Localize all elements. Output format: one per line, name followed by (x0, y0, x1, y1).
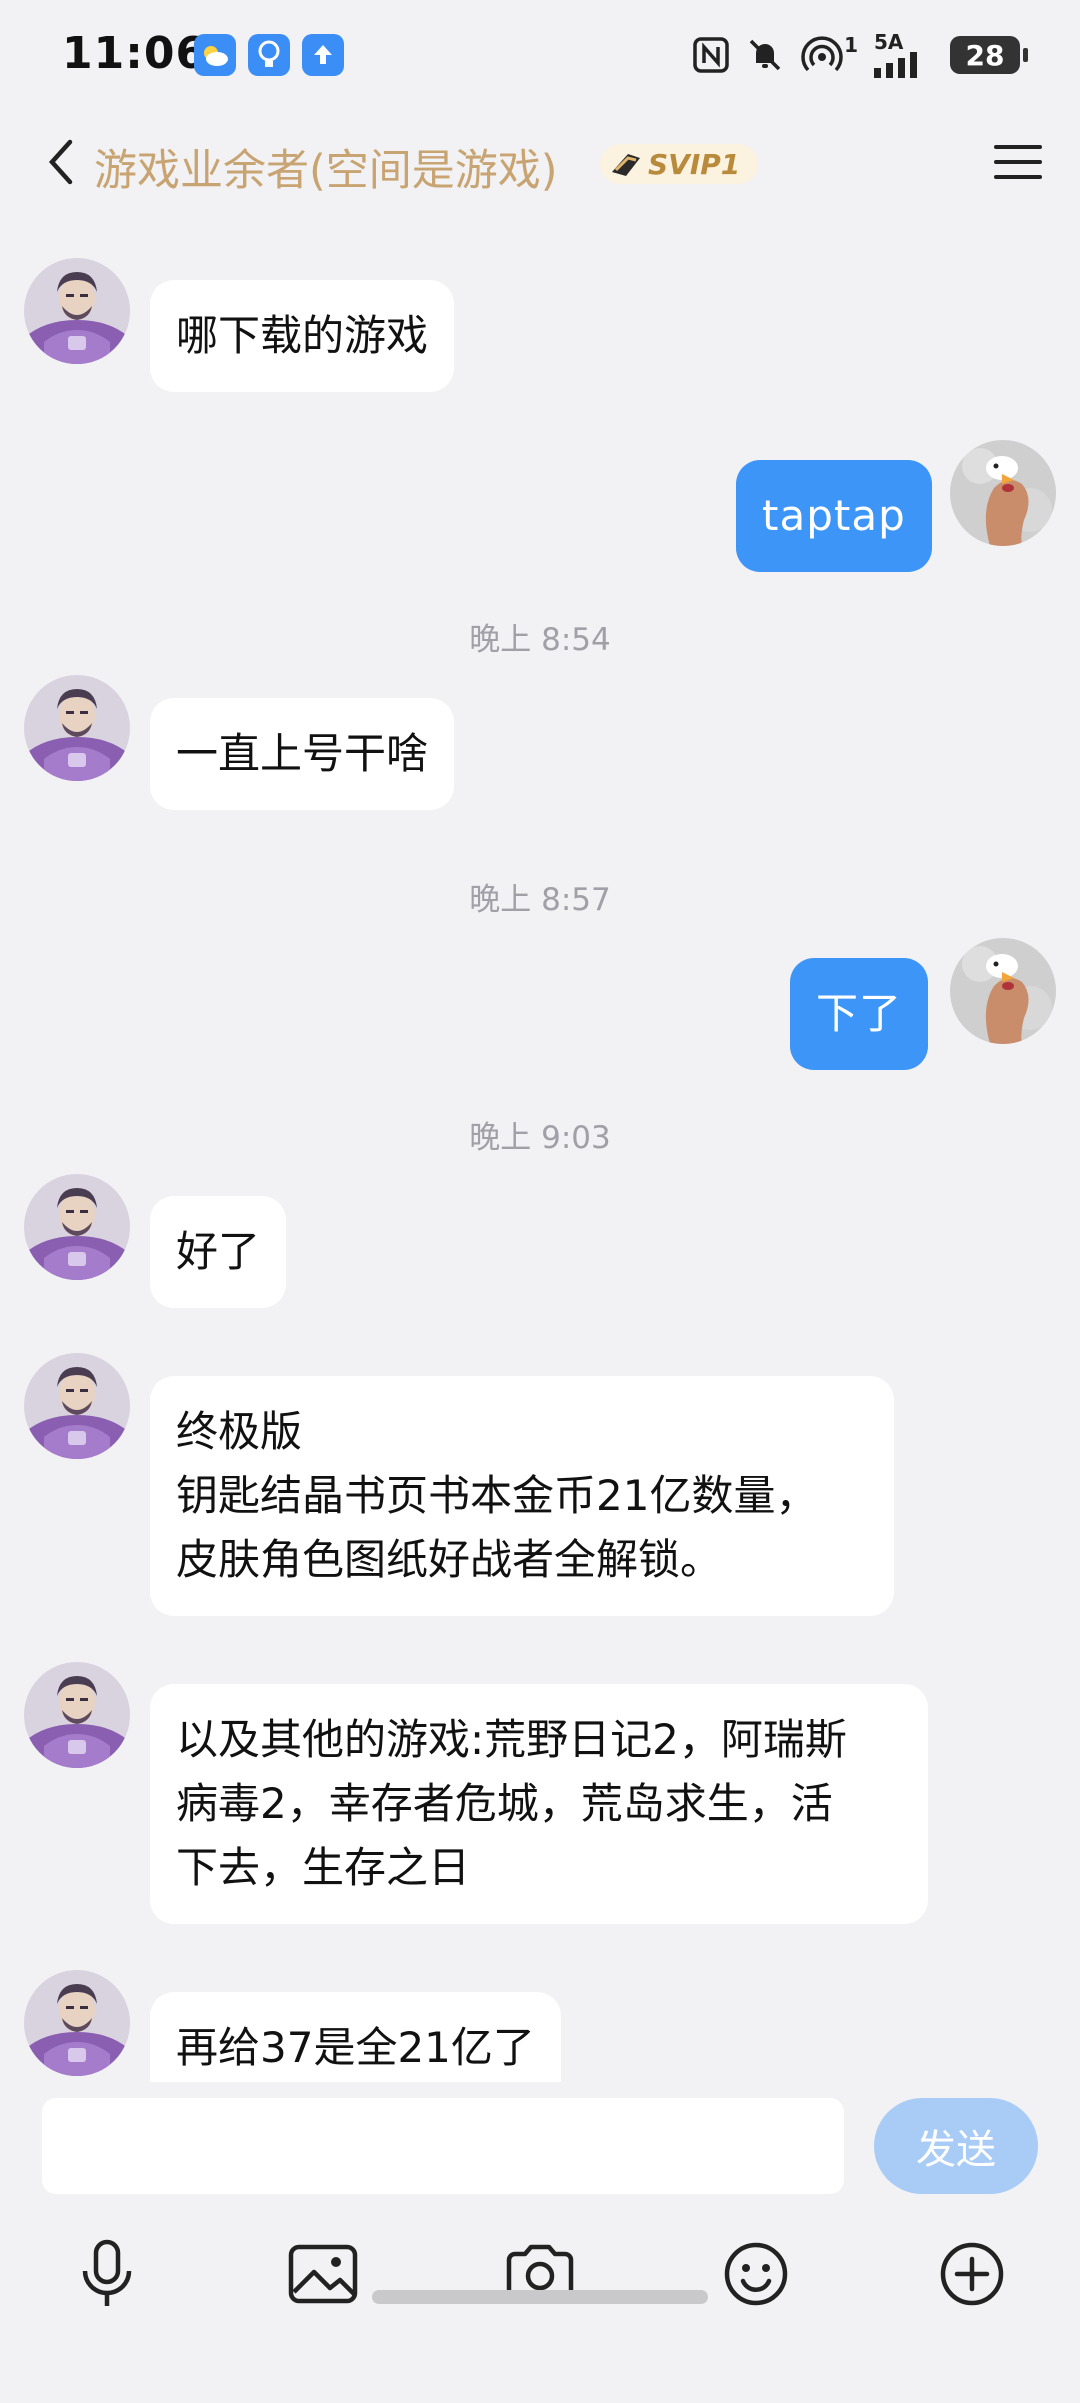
contact-avatar[interactable] (24, 1353, 130, 1459)
contact-avatar[interactable] (24, 258, 130, 364)
composer-toolbar (0, 2224, 1080, 2324)
microphone-icon (82, 2239, 132, 2306)
emoji-icon (724, 2242, 788, 2306)
chevron-left-icon (48, 139, 73, 185)
message-bubble-outgoing[interactable]: 下了 (790, 958, 929, 1070)
more-button[interactable] (922, 2224, 1022, 2324)
user-avatar[interactable] (950, 440, 1056, 546)
image-button[interactable] (273, 2224, 373, 2324)
message-bubble-outgoing[interactable]: taptap (736, 460, 932, 572)
timestamp: 晚上 8:57 (469, 882, 611, 918)
voice-button[interactable] (57, 2224, 157, 2324)
weather-icon (194, 34, 236, 76)
image-icon (288, 2244, 358, 2304)
status-time: 11:06 (62, 28, 208, 79)
avatar-image (24, 1662, 130, 1768)
timestamp: 晚上 8:54 (469, 622, 611, 658)
message-list[interactable]: 哪下载的游戏 taptap 晚上 8:54 一直上号干啥 晚上 8:57 下了 … (0, 220, 1080, 2082)
vip-wing-icon (612, 154, 640, 176)
camera-button[interactable] (490, 2224, 590, 2324)
hamburger-menu-icon (994, 145, 1042, 179)
mute-icon (746, 36, 784, 74)
composer: 发送 (0, 2082, 1080, 2403)
bulb-icon (248, 34, 290, 76)
emoji-button[interactable] (706, 2224, 806, 2324)
battery-icon: 28 (950, 36, 1028, 74)
contact-avatar[interactable] (24, 675, 130, 781)
svip-badge[interactable]: SVIP1 (600, 144, 759, 184)
network-type-label: 5A (874, 30, 904, 54)
chat-screen: 11:06 1 5A 28 游戏业余者(空间是游戏) SVIP1 哪下载的游戏 … (0, 0, 1080, 2403)
contact-avatar[interactable] (24, 1970, 130, 2076)
avatar-image (24, 675, 130, 781)
avatar-image (950, 938, 1056, 1044)
upload-icon (302, 34, 344, 76)
hotspot-count: 1 (844, 33, 858, 57)
message-bubble-incoming[interactable]: 以及其他的游戏:荒野日记2，阿瑞斯 病毒2，幸存者危城，荒岛求生，活 下去，生存… (150, 1684, 928, 1924)
message-bubble-incoming[interactable]: 终极版 钥匙结晶书页书本金币21亿数量， 皮肤角色图纸好战者全解锁。 (150, 1376, 894, 1616)
avatar-image (24, 1353, 130, 1459)
timestamp: 晚上 9:03 (469, 1120, 611, 1156)
menu-button[interactable] (986, 132, 1050, 192)
home-indicator[interactable] (372, 2290, 708, 2304)
avatar-image (24, 258, 130, 364)
message-bubble-incoming[interactable]: 哪下载的游戏 (150, 280, 455, 392)
chat-header: 游戏业余者(空间是游戏) SVIP1 (0, 110, 1080, 220)
contact-avatar[interactable] (24, 1174, 130, 1280)
message-bubble-incoming[interactable]: 好了 (150, 1196, 287, 1308)
message-input[interactable] (42, 2098, 844, 2194)
message-bubble-incoming[interactable]: 一直上号干啥 (150, 698, 455, 810)
svip-label: SVIP1 (648, 147, 741, 181)
plus-circle-icon (940, 2242, 1004, 2306)
chat-title[interactable]: 游戏业余者(空间是游戏) (94, 136, 558, 198)
signal-icon: 5A (874, 32, 934, 78)
back-button[interactable] (30, 132, 90, 192)
avatar-image (24, 1174, 130, 1280)
status-bar: 11:06 1 5A 28 (0, 0, 1080, 110)
hotspot-icon: 1 (800, 35, 858, 75)
avatar-image (24, 1970, 130, 2076)
user-avatar[interactable] (950, 938, 1056, 1044)
message-bubble-incoming[interactable]: 再给37是全21亿了 (150, 1992, 561, 2082)
system-status-icons: 1 5A 28 (692, 30, 1028, 80)
send-button[interactable]: 发送 (874, 2098, 1038, 2194)
avatar-image (950, 440, 1056, 546)
nfc-icon (692, 36, 730, 74)
contact-avatar[interactable] (24, 1662, 130, 1768)
